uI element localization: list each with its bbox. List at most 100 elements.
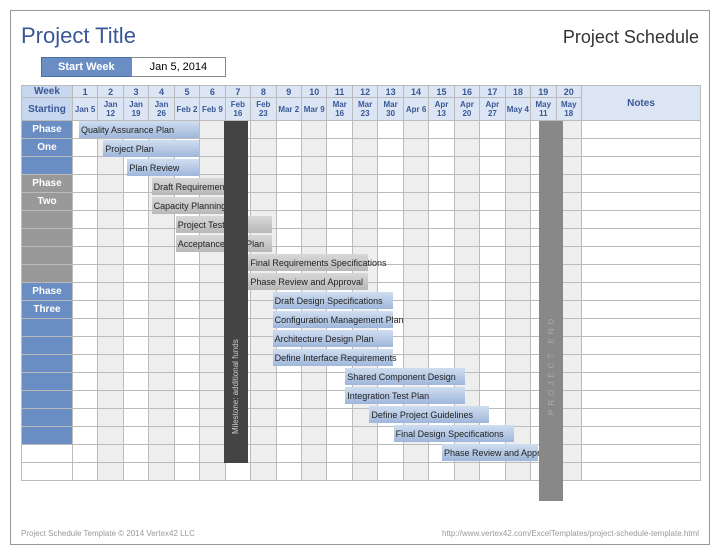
grid-cell[interactable] — [251, 175, 276, 193]
grid-cell[interactable] — [276, 211, 301, 229]
grid-cell[interactable] — [98, 391, 123, 409]
grid-cell[interactable] — [123, 211, 148, 229]
grid-cell[interactable] — [98, 409, 123, 427]
grid-cell[interactable] — [505, 265, 530, 283]
grid-cell[interactable] — [505, 121, 530, 139]
grid-cell[interactable] — [98, 373, 123, 391]
grid-cell[interactable] — [98, 427, 123, 445]
grid-cell[interactable] — [327, 193, 352, 211]
grid-cell[interactable] — [72, 355, 97, 373]
grid-cell[interactable] — [403, 265, 428, 283]
grid-cell[interactable] — [174, 301, 199, 319]
grid-cell[interactable] — [454, 211, 479, 229]
grid-cell[interactable] — [505, 139, 530, 157]
grid-cell[interactable] — [480, 283, 505, 301]
grid-cell[interactable] — [72, 445, 97, 463]
grid-cell[interactable] — [174, 337, 199, 355]
grid-cell[interactable] — [403, 337, 428, 355]
gantt-bar[interactable]: Draft Design Specifications — [273, 292, 393, 309]
grid-cell[interactable] — [302, 445, 327, 463]
grid-cell[interactable] — [149, 427, 174, 445]
grid-cell[interactable] — [225, 463, 250, 481]
grid-cell[interactable] — [72, 301, 97, 319]
grid-cell[interactable] — [123, 283, 148, 301]
gantt-bar[interactable]: Define Interface Requirements — [273, 349, 393, 366]
grid-cell[interactable] — [174, 427, 199, 445]
grid-cell[interactable] — [123, 373, 148, 391]
notes-cell[interactable] — [581, 409, 700, 427]
grid-cell[interactable] — [352, 121, 377, 139]
grid-cell[interactable] — [200, 427, 225, 445]
grid-cell[interactable] — [123, 337, 148, 355]
grid-cell[interactable] — [480, 355, 505, 373]
grid-cell[interactable] — [480, 211, 505, 229]
grid-cell[interactable] — [403, 463, 428, 481]
grid-cell[interactable] — [251, 445, 276, 463]
grid-cell[interactable] — [429, 301, 454, 319]
grid-cell[interactable] — [276, 121, 301, 139]
grid-cell[interactable] — [403, 247, 428, 265]
notes-cell[interactable] — [581, 265, 700, 283]
grid-cell[interactable] — [276, 139, 301, 157]
grid-cell[interactable] — [174, 373, 199, 391]
grid-cell[interactable] — [98, 355, 123, 373]
grid-cell[interactable] — [98, 337, 123, 355]
grid-cell[interactable] — [276, 391, 301, 409]
grid-cell[interactable] — [98, 283, 123, 301]
grid-cell[interactable] — [302, 463, 327, 481]
grid-cell[interactable] — [505, 301, 530, 319]
notes-cell[interactable] — [581, 157, 700, 175]
grid-cell[interactable] — [302, 211, 327, 229]
grid-cell[interactable] — [149, 319, 174, 337]
grid-cell[interactable] — [149, 247, 174, 265]
gantt-bar[interactable]: Define Project Guidelines — [369, 406, 489, 423]
grid-cell[interactable] — [505, 283, 530, 301]
gantt-bar[interactable]: Phase Review and Approval — [248, 273, 368, 290]
grid-cell[interactable] — [327, 121, 352, 139]
grid-cell[interactable] — [200, 373, 225, 391]
grid-cell[interactable] — [454, 229, 479, 247]
grid-cell[interactable] — [302, 229, 327, 247]
grid-cell[interactable] — [505, 337, 530, 355]
grid-cell[interactable] — [480, 247, 505, 265]
grid-cell[interactable] — [174, 409, 199, 427]
grid-cell[interactable] — [98, 229, 123, 247]
grid-cell[interactable] — [174, 265, 199, 283]
grid-cell[interactable] — [505, 193, 530, 211]
grid-cell[interactable] — [149, 445, 174, 463]
grid-cell[interactable] — [378, 157, 403, 175]
gantt-bar[interactable]: Architecture Design Plan — [273, 330, 393, 347]
grid-cell[interactable] — [403, 319, 428, 337]
grid-cell[interactable] — [98, 157, 123, 175]
grid-cell[interactable] — [403, 121, 428, 139]
notes-cell[interactable] — [581, 247, 700, 265]
gantt-bar[interactable]: Quality Assurance Plan — [79, 121, 199, 138]
grid-cell[interactable] — [480, 121, 505, 139]
grid-cell[interactable] — [72, 193, 97, 211]
grid-cell[interactable] — [454, 121, 479, 139]
notes-cell[interactable] — [581, 211, 700, 229]
grid-cell[interactable] — [505, 229, 530, 247]
gantt-bar[interactable]: Shared Component Design — [345, 368, 465, 385]
grid-cell[interactable] — [123, 391, 148, 409]
start-week-input[interactable]: Jan 5, 2014 — [131, 57, 227, 77]
grid-cell[interactable] — [480, 139, 505, 157]
grid-cell[interactable] — [429, 211, 454, 229]
grid-cell[interactable] — [454, 463, 479, 481]
grid-cell[interactable] — [72, 463, 97, 481]
grid-cell[interactable] — [454, 283, 479, 301]
grid-cell[interactable] — [123, 463, 148, 481]
notes-cell[interactable] — [581, 121, 700, 139]
grid-cell[interactable] — [98, 463, 123, 481]
grid-cell[interactable] — [72, 391, 97, 409]
grid-cell[interactable] — [352, 193, 377, 211]
grid-cell[interactable] — [200, 337, 225, 355]
grid-cell[interactable] — [352, 445, 377, 463]
grid-cell[interactable] — [98, 319, 123, 337]
grid-cell[interactable] — [454, 175, 479, 193]
grid-cell[interactable] — [480, 229, 505, 247]
grid-cell[interactable] — [505, 211, 530, 229]
grid-cell[interactable] — [327, 445, 352, 463]
grid-cell[interactable] — [352, 175, 377, 193]
notes-cell[interactable] — [581, 463, 700, 481]
